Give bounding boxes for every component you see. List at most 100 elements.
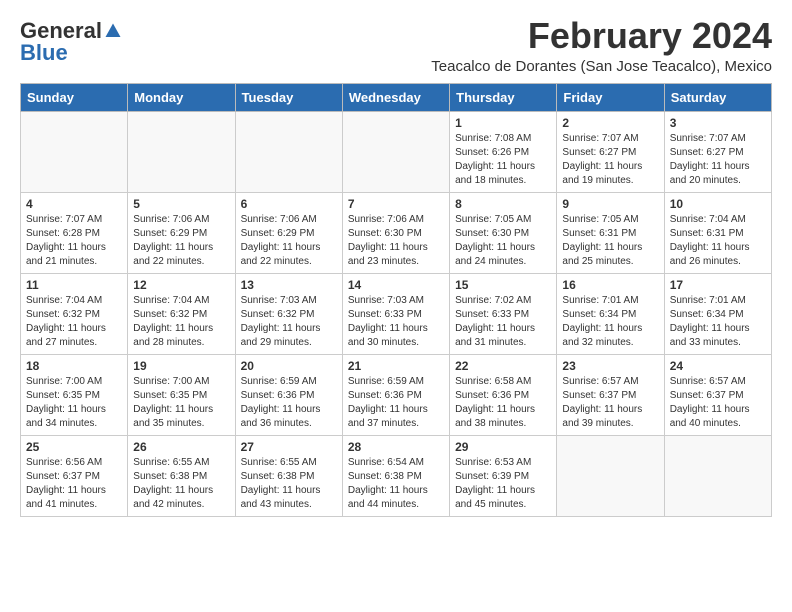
day-number: 21 xyxy=(348,359,444,373)
day-number: 27 xyxy=(241,440,337,454)
day-number: 14 xyxy=(348,278,444,292)
calendar-cell: 22 Sunrise: 6:58 AM Sunset: 6:36 PM Dayli… xyxy=(450,354,557,435)
day-info: Sunrise: 7:00 AM Sunset: 6:35 PM Dayligh… xyxy=(133,375,229,431)
calendar-cell: 13 Sunrise: 7:03 AM Sunset: 6:32 PM Dayli… xyxy=(235,273,342,354)
day-info: Sunrise: 6:53 AM Sunset: 6:39 PM Dayligh… xyxy=(455,456,551,512)
day-info: Sunrise: 7:06 AM Sunset: 6:29 PM Dayligh… xyxy=(133,213,229,269)
day-info: Sunrise: 6:59 AM Sunset: 6:36 PM Dayligh… xyxy=(348,375,444,431)
calendar-cell: 19 Sunrise: 7:00 AM Sunset: 6:35 PM Dayli… xyxy=(128,354,235,435)
day-info: Sunrise: 7:02 AM Sunset: 6:33 PM Dayligh… xyxy=(455,294,551,350)
day-number: 22 xyxy=(455,359,551,373)
day-info: Sunrise: 7:04 AM Sunset: 6:32 PM Dayligh… xyxy=(133,294,229,350)
day-info: Sunrise: 6:57 AM Sunset: 6:37 PM Dayligh… xyxy=(562,375,658,431)
calendar-cell xyxy=(557,435,664,516)
day-number: 26 xyxy=(133,440,229,454)
day-number: 13 xyxy=(241,278,337,292)
day-number: 1 xyxy=(455,116,551,130)
calendar-cell: 11 Sunrise: 7:04 AM Sunset: 6:32 PM Dayli… xyxy=(21,273,128,354)
calendar-header-row: SundayMondayTuesdayWednesdayThursdayFrid… xyxy=(21,83,772,111)
day-info: Sunrise: 7:08 AM Sunset: 6:26 PM Dayligh… xyxy=(455,132,551,188)
calendar-week-row: 18 Sunrise: 7:00 AM Sunset: 6:35 PM Dayli… xyxy=(21,354,772,435)
day-number: 4 xyxy=(26,197,122,211)
calendar-header-monday: Monday xyxy=(128,83,235,111)
calendar-cell: 20 Sunrise: 6:59 AM Sunset: 6:36 PM Dayli… xyxy=(235,354,342,435)
day-number: 5 xyxy=(133,197,229,211)
day-info: Sunrise: 6:58 AM Sunset: 6:36 PM Dayligh… xyxy=(455,375,551,431)
day-number: 2 xyxy=(562,116,658,130)
calendar-cell: 26 Sunrise: 6:55 AM Sunset: 6:38 PM Dayli… xyxy=(128,435,235,516)
calendar-cell: 25 Sunrise: 6:56 AM Sunset: 6:37 PM Dayli… xyxy=(21,435,128,516)
logo: General Blue xyxy=(20,20,122,64)
calendar-week-row: 25 Sunrise: 6:56 AM Sunset: 6:37 PM Dayli… xyxy=(21,435,772,516)
day-info: Sunrise: 7:06 AM Sunset: 6:30 PM Dayligh… xyxy=(348,213,444,269)
calendar-cell: 24Sunrise: 6:57 AM Sunset: 6:37 PM Dayli… xyxy=(664,354,771,435)
calendar-cell xyxy=(21,111,128,192)
calendar-header-thursday: Thursday xyxy=(450,83,557,111)
day-info: Sunrise: 6:59 AM Sunset: 6:36 PM Dayligh… xyxy=(241,375,337,431)
calendar-week-row: 1 Sunrise: 7:08 AM Sunset: 6:26 PM Daylig… xyxy=(21,111,772,192)
day-info: Sunrise: 7:07 AM Sunset: 6:27 PM Dayligh… xyxy=(562,132,658,188)
main-title: February 2024 xyxy=(122,16,772,56)
day-info: Sunrise: 7:01 AM Sunset: 6:34 PM Dayligh… xyxy=(562,294,658,350)
calendar-cell: 6Sunrise: 7:06 AM Sunset: 6:29 PM Daylig… xyxy=(235,192,342,273)
day-number: 15 xyxy=(455,278,551,292)
day-number: 24 xyxy=(670,359,766,373)
calendar-cell: 12 Sunrise: 7:04 AM Sunset: 6:32 PM Dayli… xyxy=(128,273,235,354)
calendar-cell: 10 Sunrise: 7:04 AM Sunset: 6:31 PM Dayli… xyxy=(664,192,771,273)
day-number: 23 xyxy=(562,359,658,373)
calendar-cell: 3Sunrise: 7:07 AM Sunset: 6:27 PM Daylig… xyxy=(664,111,771,192)
day-number: 16 xyxy=(562,278,658,292)
day-info: Sunrise: 7:05 AM Sunset: 6:31 PM Dayligh… xyxy=(562,213,658,269)
calendar-header-tuesday: Tuesday xyxy=(235,83,342,111)
day-number: 7 xyxy=(348,197,444,211)
calendar-cell: 17 Sunrise: 7:01 AM Sunset: 6:34 PM Dayli… xyxy=(664,273,771,354)
calendar-header-sunday: Sunday xyxy=(21,83,128,111)
day-info: Sunrise: 6:55 AM Sunset: 6:38 PM Dayligh… xyxy=(133,456,229,512)
day-info: Sunrise: 7:07 AM Sunset: 6:27 PM Dayligh… xyxy=(670,132,766,188)
calendar-cell: 23 Sunrise: 6:57 AM Sunset: 6:37 PM Dayli… xyxy=(557,354,664,435)
calendar-cell: 14 Sunrise: 7:03 AM Sunset: 6:33 PM Dayli… xyxy=(342,273,449,354)
day-number: 25 xyxy=(26,440,122,454)
calendar-header-friday: Friday xyxy=(557,83,664,111)
calendar-cell: 27 Sunrise: 6:55 AM Sunset: 6:38 PM Dayli… xyxy=(235,435,342,516)
calendar-cell xyxy=(342,111,449,192)
calendar-cell: 21 Sunrise: 6:59 AM Sunset: 6:36 PM Dayli… xyxy=(342,354,449,435)
calendar-cell: 29 Sunrise: 6:53 AM Sunset: 6:39 PM Dayli… xyxy=(450,435,557,516)
day-number: 12 xyxy=(133,278,229,292)
title-area: February 2024 Teacalco de Dorantes (San … xyxy=(122,16,772,75)
day-number: 17 xyxy=(670,278,766,292)
logo-blue-text: Blue xyxy=(20,42,68,64)
day-info: Sunrise: 7:01 AM Sunset: 6:34 PM Dayligh… xyxy=(670,294,766,350)
day-number: 18 xyxy=(26,359,122,373)
day-info: Sunrise: 7:04 AM Sunset: 6:31 PM Dayligh… xyxy=(670,213,766,269)
day-number: 10 xyxy=(670,197,766,211)
calendar-cell: 7 Sunrise: 7:06 AM Sunset: 6:30 PM Daylig… xyxy=(342,192,449,273)
calendar-cell: 5 Sunrise: 7:06 AM Sunset: 6:29 PM Daylig… xyxy=(128,192,235,273)
calendar-cell xyxy=(128,111,235,192)
subtitle: Teacalco de Dorantes (San Jose Teacalco)… xyxy=(122,58,772,75)
day-number: 6 xyxy=(241,197,337,211)
day-info: Sunrise: 6:55 AM Sunset: 6:38 PM Dayligh… xyxy=(241,456,337,512)
calendar-cell: 18 Sunrise: 7:00 AM Sunset: 6:35 PM Dayli… xyxy=(21,354,128,435)
day-number: 9 xyxy=(562,197,658,211)
calendar-cell: 8Sunrise: 7:05 AM Sunset: 6:30 PM Daylig… xyxy=(450,192,557,273)
day-info: Sunrise: 7:04 AM Sunset: 6:32 PM Dayligh… xyxy=(26,294,122,350)
day-info: Sunrise: 7:00 AM Sunset: 6:35 PM Dayligh… xyxy=(26,375,122,431)
day-info: Sunrise: 6:54 AM Sunset: 6:38 PM Dayligh… xyxy=(348,456,444,512)
day-number: 29 xyxy=(455,440,551,454)
day-info: Sunrise: 7:03 AM Sunset: 6:33 PM Dayligh… xyxy=(348,294,444,350)
day-info: Sunrise: 6:56 AM Sunset: 6:37 PM Dayligh… xyxy=(26,456,122,512)
day-number: 11 xyxy=(26,278,122,292)
day-number: 20 xyxy=(241,359,337,373)
calendar-cell xyxy=(664,435,771,516)
header: General Blue February 2024 Teacalco de D… xyxy=(20,16,772,75)
day-number: 19 xyxy=(133,359,229,373)
calendar-cell: 9 Sunrise: 7:05 AM Sunset: 6:31 PM Daylig… xyxy=(557,192,664,273)
day-info: Sunrise: 7:07 AM Sunset: 6:28 PM Dayligh… xyxy=(26,213,122,269)
day-info: Sunrise: 7:03 AM Sunset: 6:32 PM Dayligh… xyxy=(241,294,337,350)
calendar-cell: 2 Sunrise: 7:07 AM Sunset: 6:27 PM Daylig… xyxy=(557,111,664,192)
calendar: SundayMondayTuesdayWednesdayThursdayFrid… xyxy=(20,83,772,517)
calendar-cell: 15 Sunrise: 7:02 AM Sunset: 6:33 PM Dayli… xyxy=(450,273,557,354)
day-info: Sunrise: 7:05 AM Sunset: 6:30 PM Dayligh… xyxy=(455,213,551,269)
calendar-week-row: 11 Sunrise: 7:04 AM Sunset: 6:32 PM Dayli… xyxy=(21,273,772,354)
